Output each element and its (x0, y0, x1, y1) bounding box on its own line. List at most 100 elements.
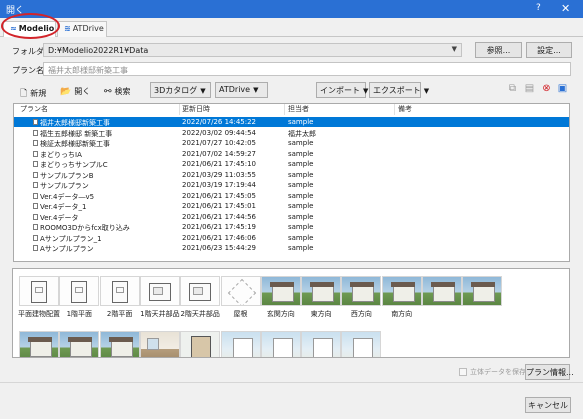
open-button[interactable]: 📂 開く (56, 83, 94, 99)
properties-icon[interactable]: ▣ (555, 82, 570, 98)
plan-name-cell: まどりっちサンプルC (40, 161, 108, 169)
view-thumbnail[interactable] (420, 276, 464, 306)
plan-name-cell: Ver.4データ―v5 (40, 192, 95, 201)
browse-button[interactable]: 参照... (475, 42, 522, 58)
plan-name-cell: 福生五郎様邸 新築工事 (40, 129, 113, 138)
help-button[interactable]: ? (536, 3, 541, 13)
owner-cell: sample (288, 223, 314, 231)
view-thumbnail[interactable] (460, 276, 504, 306)
view-thumbnail[interactable]: 1階天井部品 (138, 276, 182, 319)
close-button[interactable]: ✕ (561, 2, 570, 15)
save-3d-checkbox[interactable]: 立体データを保存 (459, 367, 526, 377)
thumbnail-image (301, 276, 342, 306)
thumbnail-image (260, 276, 301, 306)
binoculars-icon: ⚯ (104, 87, 112, 97)
thumbnail-image (462, 276, 503, 306)
tab-atdrive[interactable]: ≋ ATDrive (57, 21, 107, 37)
view-thumbnail[interactable]: 西方向 (339, 276, 383, 319)
chevron-down-icon: ▼ (253, 86, 259, 94)
table-row[interactable]: Ver.4データ 2021/06/21 17:44:56 sample (14, 212, 569, 222)
delete-icon[interactable]: ⊗ (539, 82, 554, 98)
table-row[interactable]: 福生五郎様邸 新築工事 2022/03/02 09:44:54 福井太郎 (14, 128, 569, 138)
thumbnail-image (260, 331, 301, 357)
paste-icon[interactable]: ▤ (522, 82, 537, 98)
owner-cell: sample (288, 118, 314, 126)
table-row[interactable]: 検証太郎様邸新築工事 2021/07/27 10:42:05 sample (14, 138, 569, 148)
table-row[interactable]: Ver.4データ_1 2021/06/21 17:45:01 sample (14, 201, 569, 211)
plan-name-cell: Ver.4データ (40, 213, 79, 222)
owner-cell: sample (288, 160, 314, 168)
plan-file-icon (33, 119, 38, 125)
table-row[interactable]: Aサンプルプラン 2021/06/23 15:44:29 sample (14, 243, 569, 253)
new-button[interactable]: 🗋 新規 (16, 83, 50, 99)
view-thumbnail[interactable] (178, 331, 222, 357)
atdrive-dropdown[interactable]: ATDrive ▼ (215, 82, 268, 98)
chevron-down-icon: ▼ (200, 87, 206, 95)
table-row[interactable]: Ver.4データ―v5 2021/06/21 17:45:05 sample (14, 191, 569, 201)
column-header-plan-name[interactable]: プラン名 (20, 104, 48, 115)
plan-file-icon (33, 213, 38, 220)
plan-name-cell: サンプルプラン (40, 182, 89, 190)
view-thumbnail[interactable]: 2階平面 (98, 276, 142, 319)
owner-cell: sample (288, 244, 314, 252)
import-dropdown[interactable]: インポート ▼ (316, 82, 368, 98)
column-header-note[interactable]: 備考 (398, 104, 412, 115)
plan-file-icon (33, 182, 38, 188)
table-row[interactable]: Aサンプルプラン_1 2021/06/21 17:46:06 sample (14, 233, 569, 243)
owner-cell: sample (288, 191, 314, 200)
thumbnail-image (139, 331, 180, 357)
thumbnail-caption: 西方向 (350, 310, 372, 318)
view-thumbnail[interactable]: 南方向 (380, 276, 424, 319)
plan-list: プラン名 更新日時 担当者 備考 福井太郎様邸新築工事 2022/07/26 14… (13, 103, 570, 262)
new-label: 新規 (30, 89, 47, 98)
view-thumbnail[interactable] (98, 331, 142, 357)
thumbnail-caption: 屋根 (233, 310, 248, 318)
cancel-button[interactable]: キャンセル (525, 397, 571, 413)
thumbnail-caption: 1階平面 (66, 310, 93, 318)
plan-name-cell: サンプルプランB (40, 171, 94, 180)
view-thumbnail[interactable] (219, 331, 263, 357)
view-thumbnail[interactable] (57, 331, 101, 357)
view-thumbnail[interactable] (299, 331, 343, 357)
view-thumbnail[interactable] (17, 331, 61, 357)
view-thumbnail[interactable]: 東方向 (299, 276, 343, 319)
export-dropdown[interactable]: エクスポート ▼ (369, 82, 429, 98)
thumbnail-image (99, 276, 140, 306)
updated-cell: 2022/03/02 09:44:54 (182, 128, 257, 137)
folder-select[interactable]: D:¥Modelio2022R1¥Data ▼ (43, 43, 462, 57)
view-thumbnail[interactable]: 玄関方向 (259, 276, 303, 319)
table-row[interactable]: サンプルプラン 2021/03/19 17:19:44 sample (14, 180, 569, 190)
search-button[interactable]: ⚯ 検索 (100, 83, 135, 99)
owner-cell: 福井太郎 (288, 129, 316, 138)
column-header-updated[interactable]: 更新日時 (182, 104, 210, 115)
chevron-down-icon: ▼ (451, 45, 457, 53)
open-label: 開く (74, 87, 91, 96)
table-row[interactable]: まどりっちIA 2021/07/02 14:59:27 sample (14, 149, 569, 159)
footer-divider (0, 382, 583, 383)
table-row[interactable]: 福井太郎様邸新築工事 2022/07/26 14:45:22 sample (14, 117, 569, 127)
copy-icon[interactable]: ⧉ (505, 82, 520, 98)
tab-modelio[interactable]: ≈ Modelio (3, 21, 56, 37)
thumbnail-caption: 1階天井部品 (140, 310, 180, 318)
view-thumbnail[interactable]: 1階平面 (57, 276, 101, 319)
column-header-owner[interactable]: 担当者 (288, 104, 309, 115)
view-thumbnail[interactable] (138, 331, 182, 357)
plan-info-button[interactable]: プラン情報... (525, 364, 574, 380)
thumbnail-image (220, 331, 261, 357)
table-row[interactable]: ROOMO3Dからfcx取り込み 2021/06/21 17:45:19 sampl… (14, 222, 569, 232)
view-thumbnail[interactable] (259, 331, 303, 357)
thumbnail-image (180, 331, 221, 357)
plan-name-cell: 検証太郎様邸新築工事 (40, 140, 110, 148)
view-thumbnail[interactable]: 屋根 (219, 276, 263, 319)
search-label: 検索 (114, 87, 131, 96)
table-row[interactable]: サンプルプランB 2021/03/29 11:03:55 sample (14, 170, 569, 180)
table-row[interactable]: まどりっちサンプルC 2021/06/21 17:45:10 sample (14, 159, 569, 169)
view-thumbnail[interactable] (339, 331, 383, 357)
owner-cell: sample (288, 212, 314, 221)
view-thumbnail[interactable]: 平面建物配置 (17, 276, 61, 319)
catalog-3d-dropdown[interactable]: 3Dカタログ ▼ (150, 82, 211, 98)
settings-button[interactable]: 設定... (526, 42, 572, 58)
tab-atdrive-label: ATDrive (72, 24, 104, 33)
plan-name-field[interactable]: 福井太郎様邸新築工事 (43, 62, 571, 76)
view-thumbnail[interactable]: 2階天井部品 (178, 276, 222, 319)
